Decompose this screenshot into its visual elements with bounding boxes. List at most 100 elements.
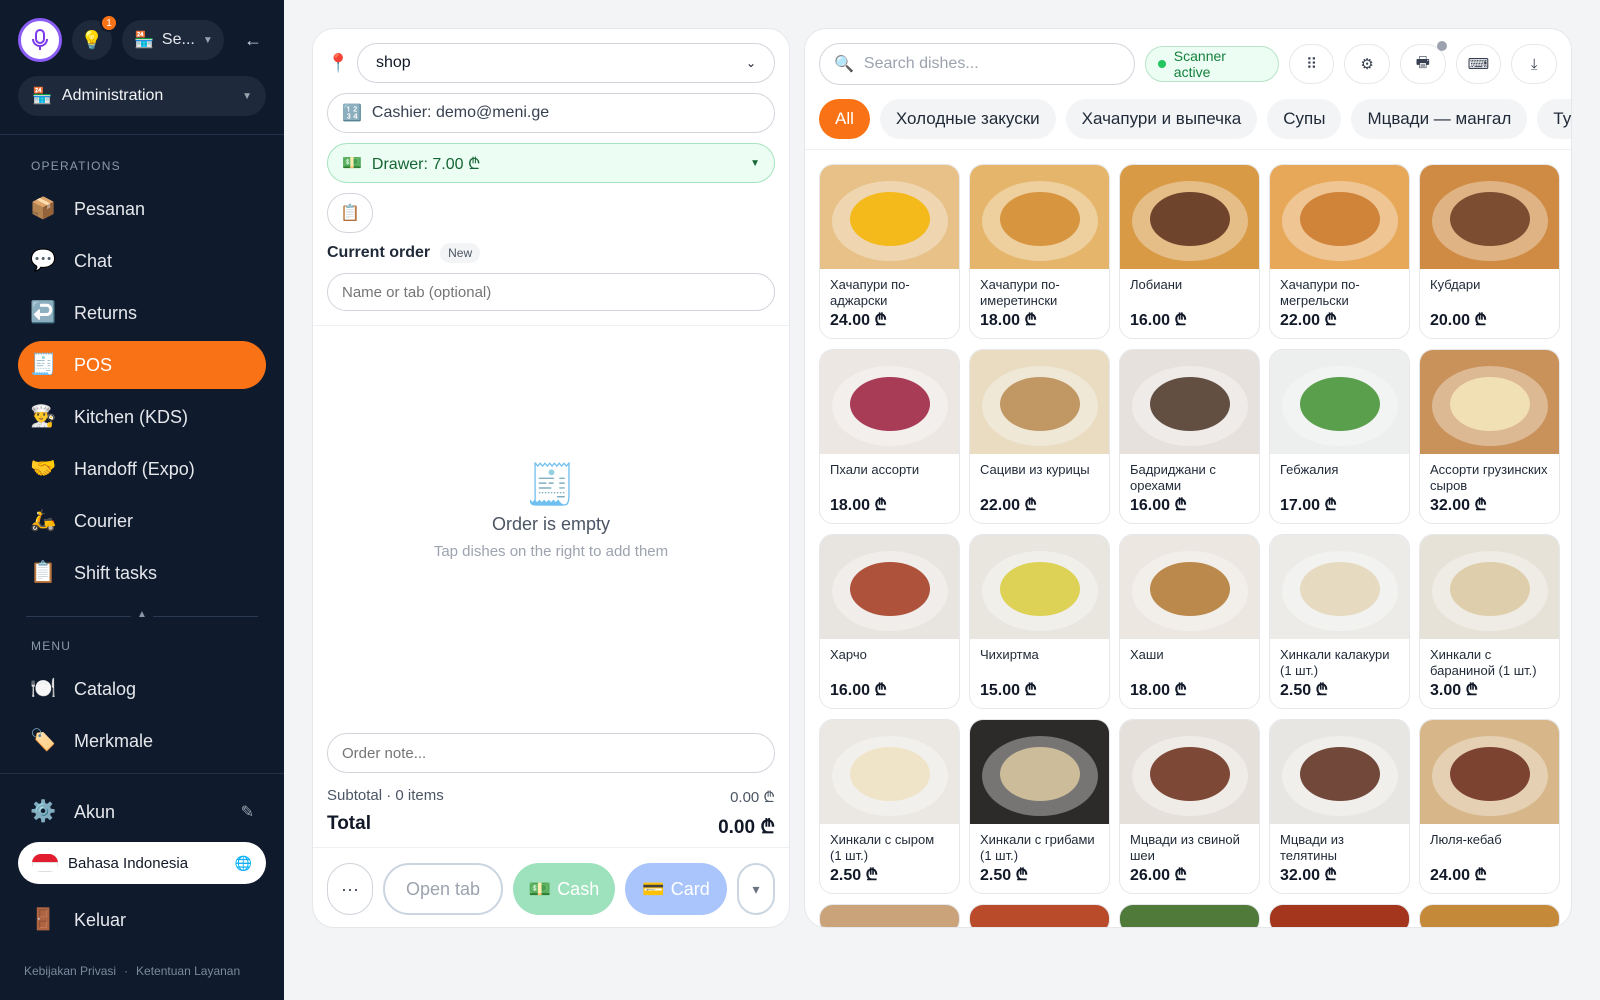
dish-card[interactable]: Гебжалия 17.00 ₾ — [1269, 349, 1410, 524]
tag-icon: 🏷️ — [30, 729, 57, 752]
card-payment-button[interactable]: 💳 Card — [625, 863, 727, 915]
scanner-status-label: Scanner active — [1173, 48, 1226, 80]
total-label: Total — [327, 813, 371, 834]
category-tab-soups[interactable]: Супы — [1267, 99, 1342, 139]
package-icon: 📦 — [30, 197, 57, 220]
order-note-input[interactable] — [327, 733, 775, 773]
sidebar-item-handoff[interactable]: 🤝 Handoff (Expo) — [18, 445, 266, 493]
dish-card[interactable]: Хинкали с сыром (1 шт.) 2.50 ₾ — [819, 719, 960, 894]
dish-photo — [820, 535, 959, 639]
dish-name: Хачапури по-мегрельски — [1280, 277, 1360, 308]
dish-card[interactable]: Хинкали с грибами (1 шт.) 2.50 ₾ — [969, 719, 1110, 894]
menu-panel: 🔍 Search dishes... Scanner active ⠿ ⚙ 🖶 … — [804, 28, 1572, 928]
dish-card[interactable]: Хачапури по-мегрельски 22.00 ₾ — [1269, 164, 1410, 339]
dish-card-partial[interactable] — [1269, 904, 1410, 927]
total-row: Total 0.00 ₾ — [327, 813, 775, 839]
dish-card-partial[interactable] — [969, 904, 1110, 927]
sidebar-item-label: Returns — [74, 302, 138, 323]
category-tab-cold-appetizers[interactable]: Холодные закуски — [879, 99, 1056, 139]
order-actions: ··· Open tab 💵 Cash 💳 Card ▾ — [327, 863, 775, 915]
download-button[interactable]: ⤓ — [1511, 44, 1557, 84]
sidebar-item-pesanan[interactable]: 📦 Pesanan — [18, 185, 266, 233]
dish-card[interactable]: Кубдари 20.00 ₾ — [1419, 164, 1560, 339]
dish-photo — [1420, 535, 1559, 639]
tips-button[interactable]: 💡 1 — [72, 14, 118, 60]
open-tab-button[interactable]: Open tab — [383, 863, 503, 915]
dish-price: 32.00 ₾ — [1280, 867, 1337, 884]
dish-card[interactable]: Хинкали калакури (1 шт.) 2.50 ₾ — [1269, 534, 1410, 709]
location-select[interactable]: shop ⌄ — [357, 43, 775, 83]
dish-card[interactable]: Ассорти грузинских сыров 32.00 ₾ — [1419, 349, 1560, 524]
grid-dots-icon: ⠿ — [1305, 56, 1317, 73]
dish-card[interactable]: Хинкали с бараниной (1 шт.) 3.00 ₾ — [1419, 534, 1560, 709]
role-select[interactable]: 🏪 Administration ▼ — [18, 76, 266, 116]
privacy-policy-link[interactable]: Kebijakan Privasi — [24, 964, 116, 978]
collapse-sidebar-icon[interactable]: ← — [244, 30, 262, 51]
category-tab-stews[interactable]: Тушё — [1537, 99, 1571, 139]
order-history-button[interactable]: 📋 — [327, 193, 373, 233]
sidebar-item-pos[interactable]: 🧾 POS — [18, 341, 266, 389]
dish-card-partial[interactable] — [1119, 904, 1260, 927]
dish-card[interactable]: Сациви из курицы 22.00 ₾ — [969, 349, 1110, 524]
language-switcher[interactable]: Bahasa Indonesia 🌐 — [18, 842, 266, 884]
drawer-select[interactable]: 💵 Drawer: 7.00 ₾ ▼ — [327, 143, 775, 183]
dish-card[interactable]: Люля-кебаб 24.00 ₾ — [1419, 719, 1560, 894]
drawer-label: Drawer: 7.00 ₾ — [371, 156, 481, 173]
payment-options-button[interactable]: ▾ — [737, 863, 775, 915]
dish-name: Сациви из курицы — [980, 462, 1090, 477]
voice-assistant-button[interactable] — [18, 18, 62, 62]
edit-pencil-icon[interactable]: ✎ — [241, 802, 254, 822]
download-icon: ⤓ — [1530, 55, 1538, 73]
sidebar-item-label: Courier — [74, 510, 134, 531]
dish-card[interactable]: Хаши 18.00 ₾ — [1119, 534, 1260, 709]
dish-card[interactable]: Лобиани 16.00 ₾ — [1119, 164, 1260, 339]
dish-card[interactable]: Бадриджани с орехами 16.00 ₾ — [1119, 349, 1260, 524]
dish-price: 18.00 ₾ — [830, 497, 887, 514]
dish-illustration — [832, 736, 948, 816]
grid-view-button[interactable]: ⠿ — [1288, 44, 1335, 84]
category-tab-khachapuri[interactable]: Хачапури и выпечка — [1065, 99, 1258, 139]
dish-card[interactable]: Мцвади из свиной шеи 26.00 ₾ — [1119, 719, 1260, 894]
search-input[interactable]: 🔍 Search dishes... — [819, 43, 1135, 85]
dish-card[interactable]: Мцвади из телятины 32.00 ₾ — [1269, 719, 1410, 894]
indonesia-flag-icon — [32, 854, 58, 872]
dish-name: Хаши — [1130, 647, 1164, 662]
dish-card[interactable]: Хачапури по-имеретински 18.00 ₾ — [969, 164, 1110, 339]
dish-name: Люля-кебаб — [1430, 832, 1502, 847]
dish-card-partial[interactable] — [819, 904, 960, 927]
sidebar-item-logout[interactable]: 🚪 Keluar — [18, 896, 266, 944]
sidebar-top-bar: 💡 1 🏪 Se... ▼ ← — [0, 0, 284, 62]
dish-card[interactable]: Харчо 16.00 ₾ — [819, 534, 960, 709]
scanner-status-badge[interactable]: Scanner active — [1144, 46, 1279, 82]
sidebar-item-chat[interactable]: 💬 Chat — [18, 237, 266, 285]
more-actions-button[interactable]: ··· — [327, 863, 373, 915]
store-switcher[interactable]: 🏪 Se... ▼ — [122, 20, 224, 60]
keyboard-button[interactable]: ⌨ — [1455, 44, 1502, 84]
sidebar-item-shift-tasks[interactable]: 📋 Shift tasks — [18, 549, 266, 597]
settings-button[interactable]: ⚙ — [1344, 44, 1390, 84]
order-name-input[interactable] — [327, 273, 775, 311]
section-collapse-toggle[interactable]: ▲ — [26, 609, 258, 623]
dish-illustration — [1432, 736, 1548, 816]
sidebar-item-label: Merkmale — [74, 730, 154, 751]
dish-card[interactable]: Хачапури по-аджарски 24.00 ₾ — [819, 164, 960, 339]
dish-card[interactable]: Чихиртма 15.00 ₾ — [969, 534, 1110, 709]
sidebar-item-kitchen[interactable]: 👨‍🍳 Kitchen (KDS) — [18, 393, 266, 441]
sidebar-item-catalog[interactable]: 🍽️ Catalog — [18, 665, 266, 713]
sidebar-item-courier[interactable]: 🛵 Courier — [18, 497, 266, 545]
printer-button[interactable]: 🖶 — [1399, 41, 1447, 84]
chevron-up-icon: ▲ — [131, 609, 153, 620]
terms-of-service-link[interactable]: Ketentuan Layanan — [136, 964, 240, 978]
printer-status-dot — [1436, 41, 1447, 51]
sidebar-item-account[interactable]: ⚙️ Akun ✎ — [18, 788, 266, 836]
sidebar-item-returns[interactable]: ↩️ Returns — [18, 289, 266, 337]
category-tab-mtsvadi[interactable]: Мцвади — мангал — [1351, 99, 1528, 139]
dish-card[interactable]: Пхали ассорти 18.00 ₾ — [819, 349, 960, 524]
dish-card-partial[interactable] — [1419, 904, 1560, 927]
sidebar-item-merkmale[interactable]: 🏷️ Merkmale — [18, 717, 266, 765]
receipt-icon: 🧾 — [30, 353, 57, 376]
category-tab-all[interactable]: All — [819, 99, 870, 139]
divider — [313, 847, 789, 848]
cash-payment-button[interactable]: 💵 Cash — [513, 863, 615, 915]
dish-price: 15.00 ₾ — [980, 682, 1037, 699]
